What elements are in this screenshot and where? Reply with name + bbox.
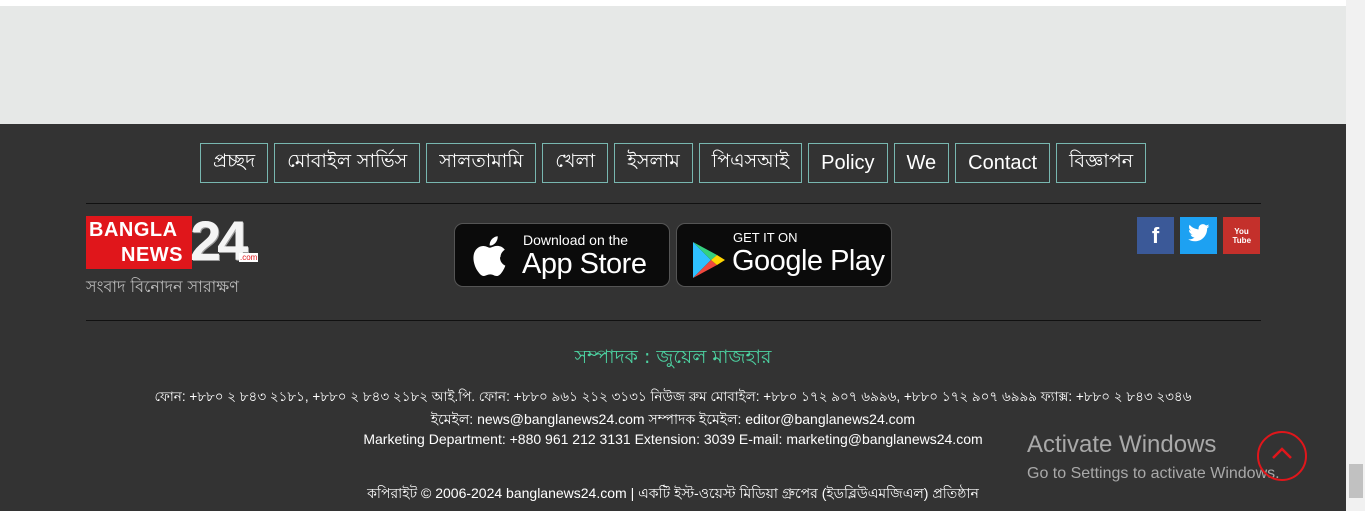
google-play-small-text: GET IT ON [733,230,798,245]
apple-icon [471,235,507,281]
nav-item-islam[interactable]: ইসলাম [614,143,693,183]
site-logo[interactable]: BANGLA NEWS 24 .com সংবাদ বিনোদন সারাক্ষ… [86,212,262,296]
nav-item-advertisement[interactable]: বিজ্ঞাপন [1056,143,1147,183]
google-play-icon [691,241,727,283]
contact-emails: ইমেইল: news@banglanews24.com সম্পাদক ইমে… [430,411,916,427]
logo-line2: NEWS [121,244,183,266]
divider [86,320,1261,321]
twitter-icon [1187,224,1210,247]
logo-suffix: .com [239,253,259,262]
facebook-button[interactable]: f [1137,217,1174,254]
logo-tagline: সংবাদ বিনোদন সারাক্ষণ [86,277,239,296]
editor-line: সম্পাদক : জুয়েল মাজহার [574,346,772,368]
back-to-top-button[interactable] [1257,431,1307,481]
scrollbar-track[interactable] [1346,0,1365,511]
app-store-small-text: Download on the [523,232,629,248]
google-play-badge[interactable]: GET IT ON Google Play [676,223,892,287]
contact-phones: ফোন: +৮৮০ ২ ৮৪৩ ২১৮১, +৮৮০ ২ ৮৪৩ ২১৮২ আই… [154,389,1192,404]
nav-item-policy[interactable]: Policy [808,143,888,183]
nav-item-contact[interactable]: Contact [955,143,1051,183]
nav-item-psi[interactable]: পিএসআই [698,143,803,183]
logo-line1: BANGLA [89,219,178,241]
app-store-big-text: App Store [522,248,647,280]
app-store-badge[interactable]: Download on the App Store [454,223,670,287]
facebook-icon: f [1151,222,1160,248]
copyright: কপিরাইট © 2006-2024 banglanews24.com | এ… [367,485,979,501]
footer-nav: প্রচ্ছদ মোবাইল সার্ভিস সালতামামি খেলা ইস… [0,143,1346,183]
scrollbar-thumb[interactable] [1349,464,1363,498]
youtube-icon: You Tube [1232,226,1252,245]
watermark-title: Activate Windows [1027,431,1217,458]
windows-activation-watermark: Activate Windows Go to Settings to activ… [1027,431,1280,483]
chevron-up-icon [1270,445,1294,465]
youtube-button[interactable]: You Tube [1223,217,1260,254]
footer: প্রচ্ছদ মোবাইল সার্ভিস সালতামামি খেলা ইস… [0,124,1346,511]
nav-item-home[interactable]: প্রচ্ছদ [199,143,269,183]
watermark-subtitle: Go to Settings to activate Windows. [1027,465,1280,482]
divider [86,203,1261,204]
twitter-button[interactable] [1180,217,1217,254]
nav-item-sports[interactable]: খেলা [542,143,609,183]
top-band [0,0,1346,124]
google-play-big-text: Google Play [732,245,885,277]
nav-item-year-review[interactable]: সালতামামি [426,143,537,183]
nav-item-mobile-service[interactable]: মোবাইল সার্ভিস [274,143,421,183]
nav-item-we[interactable]: We [893,143,950,183]
